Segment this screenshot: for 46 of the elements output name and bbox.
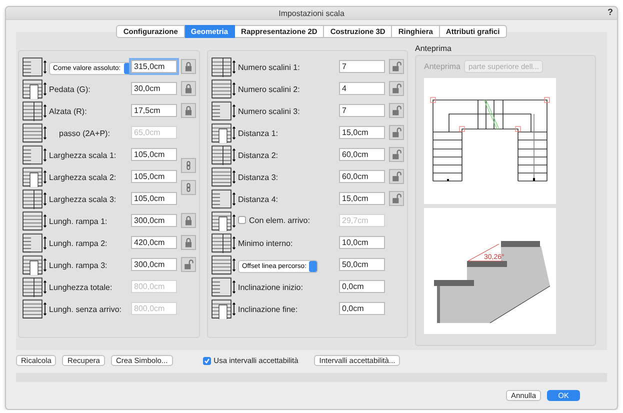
field-label: Numero scalini 3: [238,107,300,116]
input-field[interactable]: 15,0cm [339,126,385,138]
input-field[interactable]: 60,0cm [339,148,385,160]
field-label: Numero scalini 1: [238,63,300,72]
help-button[interactable]: ? [608,7,613,17]
field-label: passo (2A+P): [58,129,110,138]
checkbox-label: Con elem. arrivo: [249,216,310,224]
input-field[interactable]: 60,0cm [339,170,385,182]
input-field[interactable]: 300,0cm [131,214,177,226]
field-label: Anteprima [424,62,460,71]
group-title: Anteprima [415,44,452,53]
input-field[interactable]: 30,0cm [131,82,177,94]
input-field[interactable]: 7 [339,60,385,72]
input-field[interactable]: 420,0cm [131,236,177,248]
input-field[interactable]: 0,0cm [339,280,385,292]
field-label: Inclinazione fine: [238,305,298,314]
field-label: Distanza 3: [238,173,278,182]
input-field[interactable]: 105,0cm [131,170,177,182]
field-label: Lunghezza totale: [49,283,112,292]
field-label: Lungh. rampa 3: [49,261,108,270]
input-field[interactable]: 15,0cm [339,192,385,204]
input-field[interactable]: 4 [339,82,385,94]
input-field[interactable]: 50,0cm [339,258,385,270]
field-label: Larghezza scala 2: [49,173,116,182]
input-field[interactable]: 7 [339,104,385,116]
field-label: Lungh. senza arrivo: [49,305,122,314]
input-field[interactable]: 10,0cm [339,236,385,248]
field-label: Distanza 1: [238,129,278,138]
field-label: Lungh. rampa 1: [49,217,108,226]
field-label: Distanza 2: [238,151,278,160]
input-field[interactable]: 17,5cm [131,104,177,116]
field-label: Inclinazione inizio: [238,283,303,292]
field-label: Distanza 4: [238,195,278,204]
field-label: Lungh. rampa 2: [49,239,108,248]
field-label: Minimo interno: [238,239,293,248]
field-label: Pedata (G): [49,85,90,94]
input-field[interactable]: 315,0cm [131,60,177,72]
field-label: Larghezza scala 3: [49,195,116,204]
input-field[interactable]: 105,0cm [131,192,177,204]
input-field[interactable]: 105,0cm [131,148,177,160]
field-label: Alzata (R): [49,107,87,116]
field-label: Numero scalini 2: [238,85,300,94]
field-label: Larghezza scala 1: [49,151,116,160]
window-title: Impostazioni scala [278,8,344,18]
input-field[interactable]: 0,0cm [339,302,385,314]
input-field[interactable]: 300,0cm [131,258,177,270]
